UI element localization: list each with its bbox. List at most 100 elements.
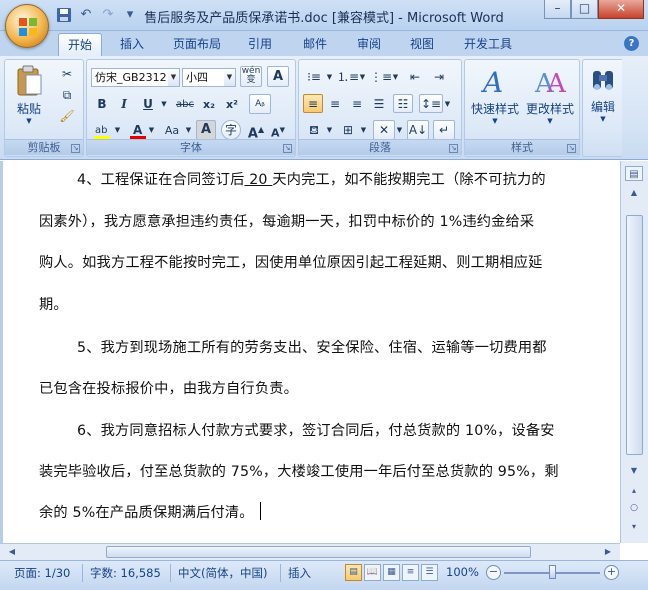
numbering-dropdown-icon[interactable]: ▼ <box>358 67 367 87</box>
tab-home[interactable]: 开始 <box>58 33 102 56</box>
borders-icon[interactable]: ⊞ <box>337 120 359 140</box>
zoom-out-button[interactable]: − <box>486 565 501 580</box>
clipboard-launcher-icon[interactable]: ↘ <box>71 144 80 153</box>
scroll-right-icon[interactable]: ▶ <box>600 544 616 560</box>
paragraph-launcher-icon[interactable]: ↘ <box>449 144 458 153</box>
change-case-button[interactable]: Aa <box>160 120 184 140</box>
shading-icon[interactable]: ⛾ <box>303 120 325 140</box>
multilevel-list-icon[interactable]: ⋮≡ <box>369 67 392 87</box>
print-layout-view-icon[interactable]: ▤ <box>345 564 362 581</box>
show-marks-icon[interactable]: ↵ <box>433 120 455 140</box>
zoom-slider-thumb[interactable] <box>549 565 556 579</box>
editing-button[interactable]: 编辑 ▼ <box>585 62 621 134</box>
sort-icon[interactable]: A↓ <box>407 120 429 140</box>
ruler-toggle-icon[interactable]: ▤ <box>625 166 643 181</box>
shrink-font-icon[interactable]: A▼ <box>268 120 288 140</box>
align-center-icon[interactable]: ≡ <box>325 94 345 113</box>
web-layout-view-icon[interactable]: ▦ <box>383 564 400 581</box>
strikethrough-button[interactable]: abc <box>173 95 197 113</box>
tab-developer[interactable]: 开发工具 <box>456 33 520 56</box>
page-count[interactable]: 页面: 1/30 <box>14 565 70 581</box>
distributed-icon[interactable]: ☷ <box>393 94 413 113</box>
highlight-dropdown-icon[interactable]: ▼ <box>113 120 122 140</box>
office-button[interactable] <box>5 4 49 48</box>
select-browse-object-icon[interactable]: ○ <box>625 501 643 516</box>
horizontal-scroll-thumb[interactable] <box>106 546 531 558</box>
insert-mode-indicator[interactable]: 插入 <box>288 565 311 581</box>
underline-button[interactable]: U <box>139 95 157 113</box>
next-page-icon[interactable]: ▾ <box>625 519 643 534</box>
styles-launcher-icon[interactable]: ↘ <box>567 144 576 153</box>
font-name-dropdown-icon[interactable]: ▼ <box>168 69 179 86</box>
tab-view[interactable]: 视图 <box>402 33 442 56</box>
maximize-button[interactable]: □ <box>571 0 598 19</box>
tab-review[interactable]: 审阅 <box>349 33 389 56</box>
font-size-dropdown-icon[interactable]: ▼ <box>224 69 235 86</box>
copy-icon[interactable]: ⧉ <box>57 85 77 103</box>
draft-view-icon[interactable]: ☰ <box>421 564 438 581</box>
grow-font-icon[interactable]: A▲ <box>246 120 266 141</box>
highlight-icon[interactable]: ab <box>91 120 113 140</box>
format-painter-icon[interactable]: 🖌 <box>57 106 77 124</box>
italic-button[interactable]: I <box>115 95 133 113</box>
decrease-indent-icon[interactable]: ⇤ <box>405 67 425 87</box>
horizontal-scrollbar[interactable]: ◀ ▶ <box>0 543 620 560</box>
font-name-combo[interactable]: 仿宋_GB2312 ▼ <box>91 68 180 87</box>
tab-page-layout[interactable]: 页面布局 <box>165 33 229 56</box>
change-styles-button[interactable]: A A 更改样式 ▼ <box>523 62 577 134</box>
font-launcher-icon[interactable]: ↘ <box>283 144 292 153</box>
zoom-level[interactable]: 100% <box>446 565 479 579</box>
chinese-layout-icon[interactable]: ✕ <box>373 120 395 140</box>
zoom-in-button[interactable]: + <box>604 565 619 580</box>
vertical-scroll-thumb[interactable] <box>626 215 643 455</box>
line-spacing-dropdown-icon[interactable]: ▼ <box>443 94 452 113</box>
close-button[interactable]: ✕ <box>598 0 644 19</box>
cut-icon[interactable]: ✂ <box>57 64 77 82</box>
character-border-icon[interactable]: A <box>267 66 289 87</box>
change-styles-dropdown-icon[interactable]: ▼ <box>524 117 576 125</box>
font-color-dropdown-icon[interactable]: ▼ <box>147 120 156 140</box>
outline-view-icon[interactable]: ≡ <box>402 564 419 581</box>
document-area[interactable]: 4、工程保证在合同签订后 20 天内完工，如不能按期完工（除不可抗力的 因素外）… <box>0 161 620 543</box>
shading-dropdown-icon[interactable]: ▼ <box>325 120 334 140</box>
bullets-icon[interactable]: ⁝≡ <box>303 67 325 87</box>
minimize-button[interactable]: – <box>544 0 571 19</box>
underline-dropdown-icon[interactable]: ▼ <box>159 95 169 113</box>
vertical-scrollbar[interactable]: ▤ ▲ ▼ ▴ ○ ▾ <box>620 161 648 543</box>
align-left-icon[interactable]: ≡ <box>303 94 323 113</box>
enclose-characters-icon[interactable]: 字 <box>221 120 241 140</box>
editing-dropdown-icon[interactable]: ▼ <box>586 115 620 123</box>
clear-formatting-icon[interactable]: Aᵦ <box>249 94 271 114</box>
phonetic-guide-icon[interactable]: wén 变 <box>240 66 262 87</box>
scroll-down-icon[interactable]: ▼ <box>625 463 643 478</box>
justify-icon[interactable]: ☰ <box>369 94 389 113</box>
tab-mailings[interactable]: 邮件 <box>295 33 335 56</box>
increase-indent-icon[interactable]: ⇥ <box>429 67 449 87</box>
superscript-button[interactable]: x² <box>222 95 242 113</box>
full-screen-reading-view-icon[interactable]: 📖 <box>364 564 381 581</box>
font-color-icon[interactable]: A <box>127 120 147 140</box>
help-icon[interactable]: ? <box>624 36 639 51</box>
word-count[interactable]: 字数: 16,585 <box>90 565 161 581</box>
paste-dropdown-icon[interactable]: ▼ <box>10 117 48 125</box>
previous-page-icon[interactable]: ▴ <box>625 483 643 498</box>
scroll-up-icon[interactable]: ▲ <box>625 185 643 200</box>
subscript-button[interactable]: x₂ <box>199 95 219 113</box>
borders-dropdown-icon[interactable]: ▼ <box>359 120 368 140</box>
tab-references[interactable]: 引用 <box>240 33 280 56</box>
paste-button[interactable]: 粘贴 ▼ <box>9 62 49 126</box>
language-indicator[interactable]: 中文(简体，中国) <box>178 565 267 581</box>
scroll-left-icon[interactable]: ◀ <box>4 544 20 560</box>
tab-insert[interactable]: 插入 <box>112 33 152 56</box>
change-case-dropdown-icon[interactable]: ▼ <box>184 120 193 140</box>
multilevel-dropdown-icon[interactable]: ▼ <box>391 67 400 87</box>
numbering-icon[interactable]: ⒈≡ <box>336 67 359 87</box>
quick-styles-dropdown-icon[interactable]: ▼ <box>470 117 520 125</box>
bullets-dropdown-icon[interactable]: ▼ <box>325 67 334 87</box>
character-shading-icon[interactable]: A <box>196 120 216 140</box>
line-spacing-icon[interactable]: ↕≡ <box>419 94 443 113</box>
chinese-layout-dropdown-icon[interactable]: ▼ <box>395 120 404 140</box>
bold-button[interactable]: B <box>93 95 111 113</box>
align-right-icon[interactable]: ≡ <box>347 94 367 113</box>
quick-styles-button[interactable]: A 快速样式 ▼ <box>469 62 521 134</box>
